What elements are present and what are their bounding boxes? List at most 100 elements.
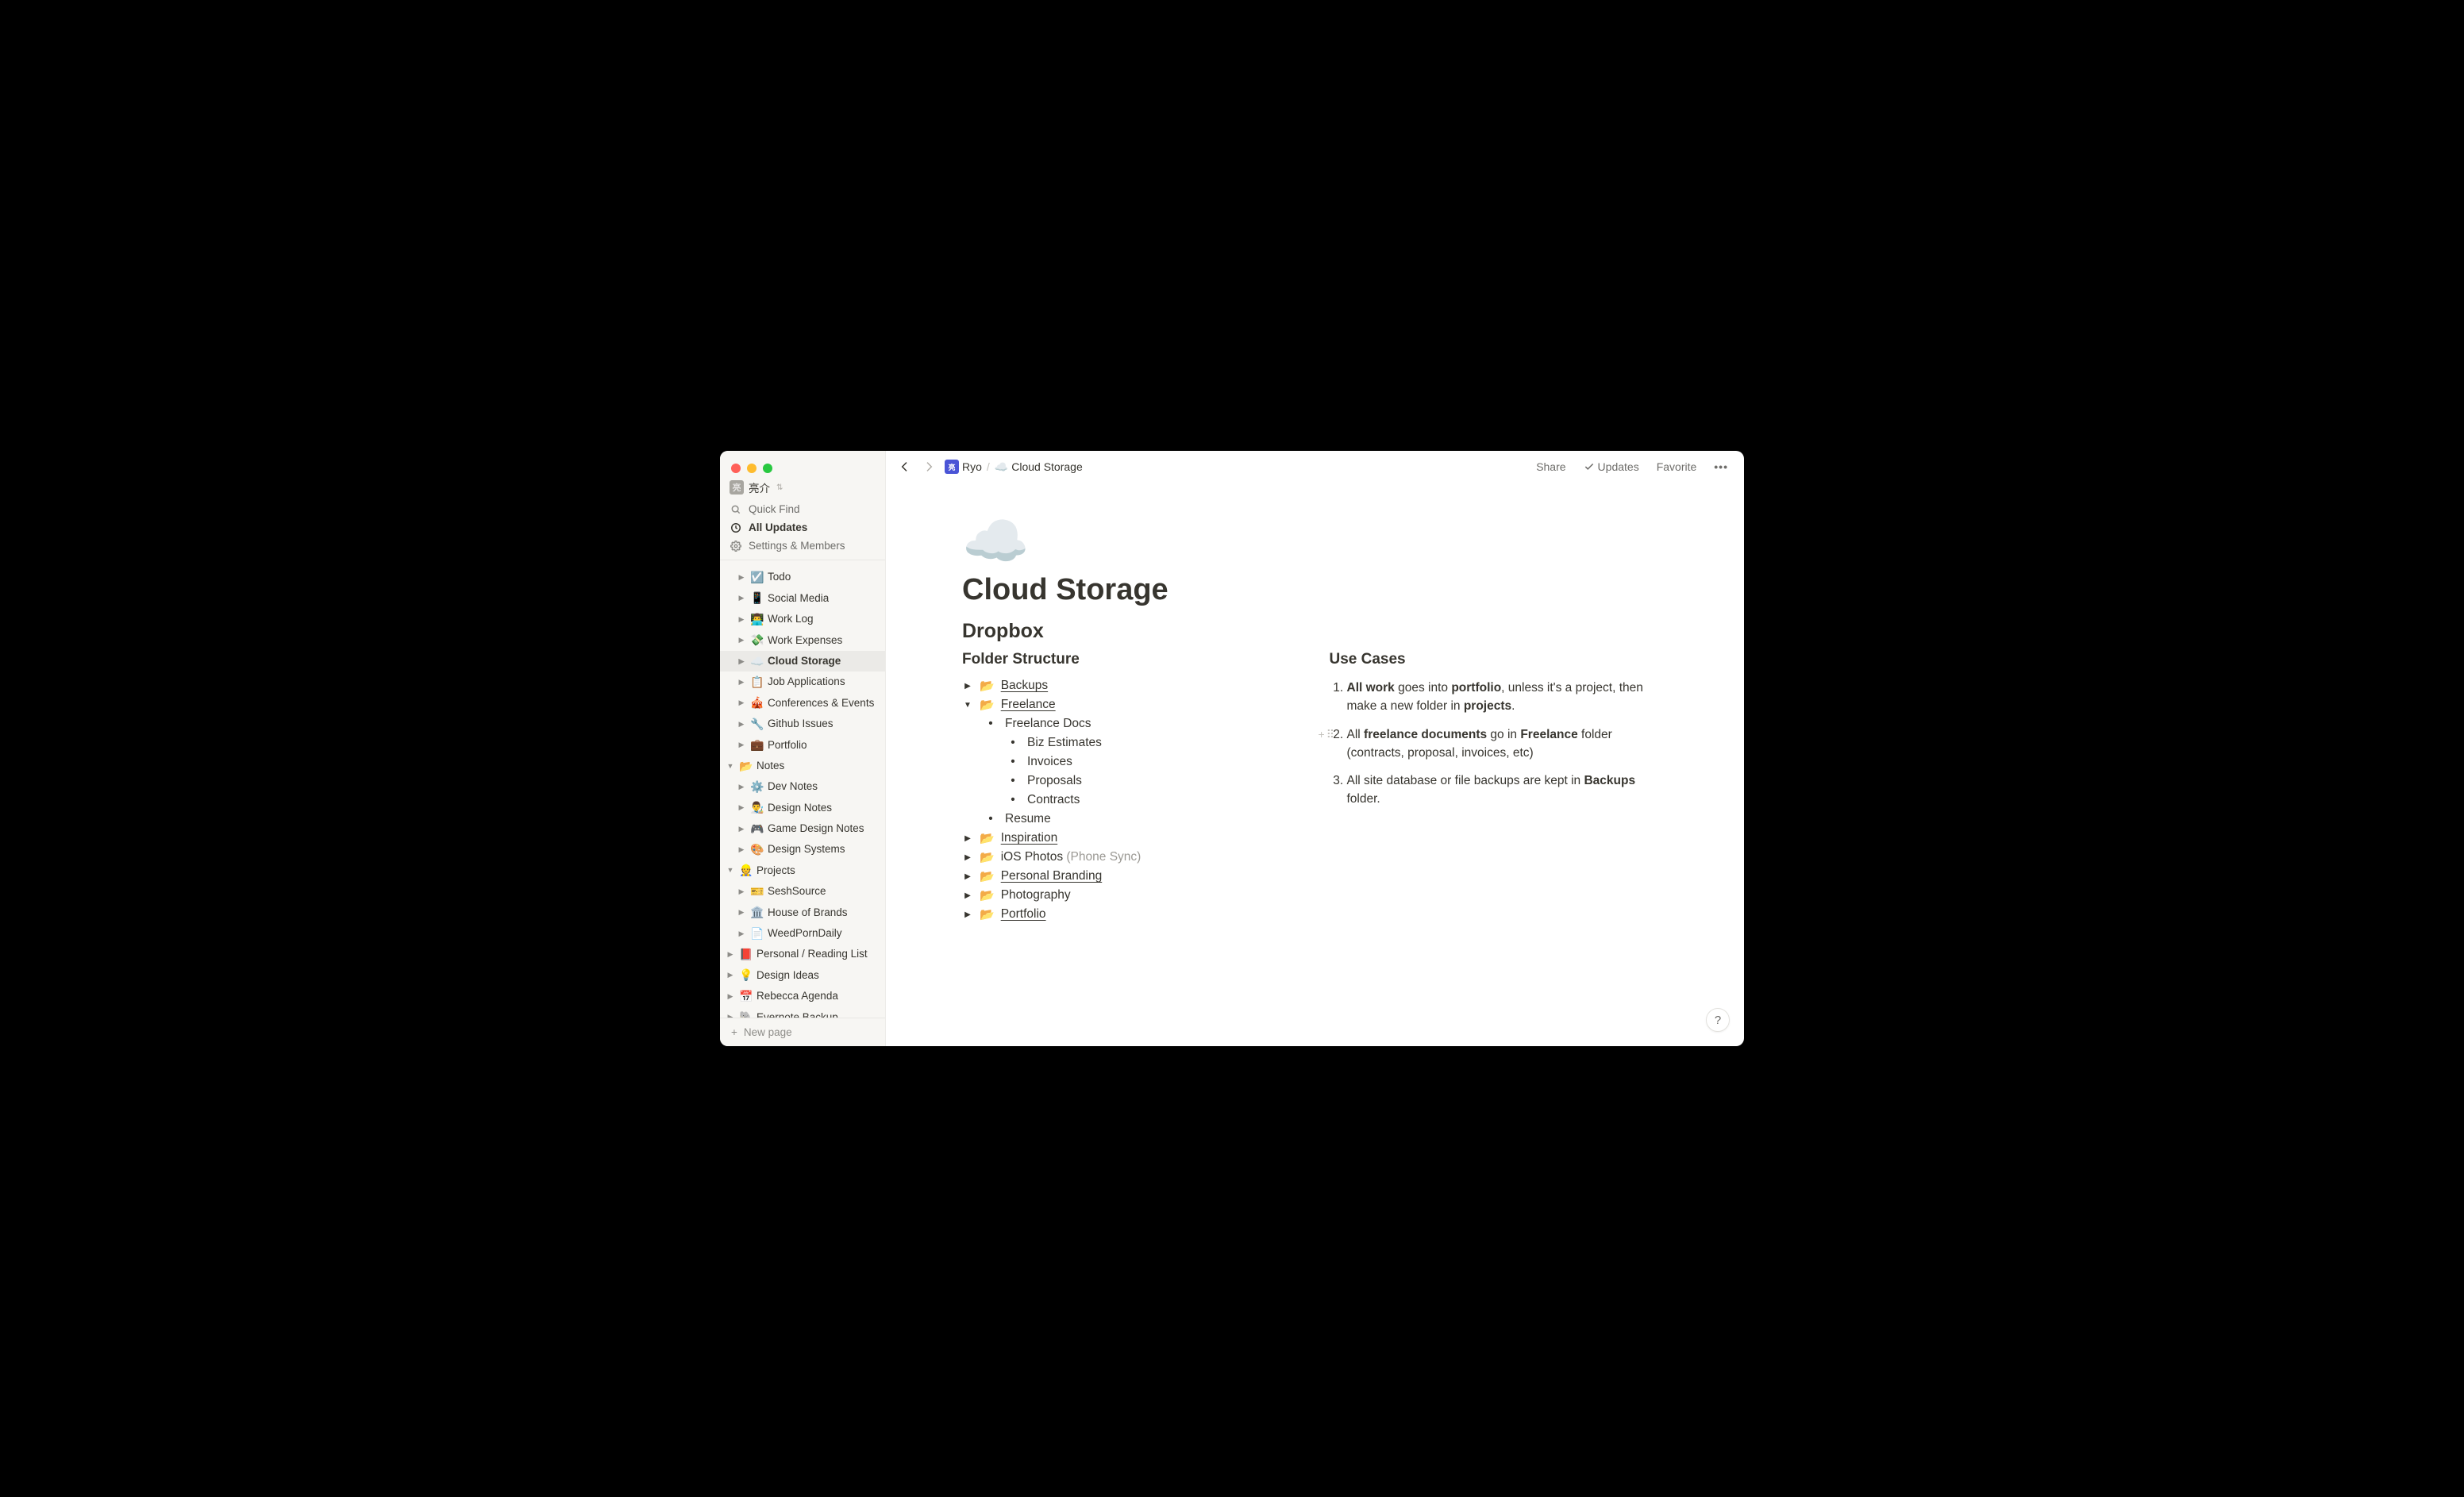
page-emoji[interactable]: ☁️ bbox=[962, 514, 1668, 568]
close-window-button[interactable] bbox=[731, 464, 741, 473]
chevron-icon[interactable]: ▼ bbox=[962, 701, 973, 710]
drag-handle[interactable]: ⠿ bbox=[1326, 726, 1334, 743]
sidebar-item-projects[interactable]: ▼👷Projects bbox=[720, 860, 885, 880]
new-page-button[interactable]: + New page bbox=[720, 1018, 885, 1046]
sidebar-item-notes[interactable]: ▼📂Notes bbox=[720, 756, 885, 776]
sidebar-item-todo[interactable]: ▶☑️Todo bbox=[720, 567, 885, 587]
quick-find[interactable]: Quick Find bbox=[720, 500, 885, 518]
sidebar-item-personal-reading-list[interactable]: ▶📕Personal / Reading List bbox=[720, 944, 885, 964]
chevron-icon[interactable]: ▶ bbox=[736, 823, 747, 834]
page-icon: 📕 bbox=[739, 945, 753, 963]
chevron-icon[interactable]: ▶ bbox=[736, 802, 747, 813]
use-case-item[interactable]: All site database or file backups are ke… bbox=[1347, 769, 1669, 816]
use-case-item[interactable]: All work goes into portfolio, unless it'… bbox=[1347, 676, 1669, 723]
chevron-icon[interactable]: ▶ bbox=[725, 991, 736, 1002]
folder-toggle[interactable]: ▶📂iOS Photos (Phone Sync) bbox=[962, 848, 1301, 867]
sidebar-item-github-issues[interactable]: ▶🔧Github Issues bbox=[720, 714, 885, 734]
chevron-icon[interactable]: ▶ bbox=[736, 614, 747, 625]
folder-toggle[interactable]: ▶📂Portfolio bbox=[962, 905, 1301, 924]
chevron-icon[interactable]: ▶ bbox=[736, 676, 747, 687]
chevron-icon[interactable]: ▼ bbox=[725, 760, 736, 772]
updates-button[interactable]: Updates bbox=[1579, 459, 1644, 475]
heading-folder-structure[interactable]: Folder Structure bbox=[962, 651, 1301, 668]
chevron-icon[interactable]: ▶ bbox=[736, 739, 747, 750]
chevron-icon[interactable]: ▶ bbox=[736, 656, 747, 667]
page-icon: 🏛️ bbox=[750, 903, 764, 921]
sidebar-item-game-design-notes[interactable]: ▶🎮Game Design Notes bbox=[720, 818, 885, 839]
favorite-button[interactable]: Favorite bbox=[1652, 459, 1702, 475]
sidebar-item-portfolio[interactable]: ▶💼Portfolio bbox=[720, 734, 885, 755]
columns: Folder Structure ▶📂Backups▼📂Freelance•Fr… bbox=[962, 651, 1668, 924]
bullet-item[interactable]: •Proposals bbox=[1007, 772, 1301, 791]
breadcrumb-page[interactable]: ☁️ Cloud Storage bbox=[995, 460, 1083, 474]
chevron-icon[interactable]: ▶ bbox=[725, 949, 736, 960]
use-case-item[interactable]: All freelance documents go in Freelance … bbox=[1347, 723, 1669, 770]
folder-toggle[interactable]: ▼📂Freelance bbox=[962, 695, 1301, 714]
sidebar-item-conferences-events[interactable]: ▶🎪Conferences & Events bbox=[720, 692, 885, 713]
sidebar-item-social-media[interactable]: ▶📱Social Media bbox=[720, 587, 885, 608]
sidebar-item-dev-notes[interactable]: ▶⚙️Dev Notes bbox=[720, 776, 885, 797]
column-folder-structure: Folder Structure ▶📂Backups▼📂Freelance•Fr… bbox=[962, 651, 1301, 924]
chevron-icon[interactable]: ▶ bbox=[736, 844, 747, 855]
sidebar-item-work-expenses[interactable]: ▶💸Work Expenses bbox=[720, 629, 885, 650]
chevron-icon[interactable]: ▶ bbox=[736, 634, 747, 645]
chevron-icon[interactable]: ▶ bbox=[736, 718, 747, 729]
folder-toggle[interactable]: ▶📂Backups bbox=[962, 676, 1301, 695]
folder-label: Backups bbox=[1001, 679, 1048, 693]
bullet-label: Contracts bbox=[1027, 793, 1080, 807]
chevron-icon[interactable]: ▶ bbox=[725, 970, 736, 981]
sidebar-item-house-of-brands[interactable]: ▶🏛️House of Brands bbox=[720, 902, 885, 922]
page-title[interactable]: Cloud Storage bbox=[962, 573, 1668, 607]
folder-icon: 📂 bbox=[980, 869, 995, 883]
folder-toggle[interactable]: ▶📂Photography bbox=[962, 886, 1301, 905]
sidebar-item-work-log[interactable]: ▶👨‍💻Work Log bbox=[720, 609, 885, 629]
chevron-icon[interactable]: ▶ bbox=[962, 891, 973, 900]
folder-toggle[interactable]: ▶📂Personal Branding bbox=[962, 867, 1301, 886]
sidebar-item-design-systems[interactable]: ▶🎨Design Systems bbox=[720, 839, 885, 860]
add-block-button[interactable]: + bbox=[1319, 726, 1325, 743]
more-menu-button[interactable]: ••• bbox=[1709, 459, 1733, 475]
bullet-label: Biz Estimates bbox=[1027, 736, 1102, 750]
chevron-icon[interactable]: ▶ bbox=[736, 698, 747, 709]
heading-use-cases[interactable]: Use Cases bbox=[1330, 651, 1669, 668]
maximize-window-button[interactable] bbox=[763, 464, 772, 473]
sidebar-item-cloud-storage[interactable]: ▶☁️Cloud Storage bbox=[720, 651, 885, 672]
sidebar-item-seshsource[interactable]: ▶🎫SeshSource bbox=[720, 881, 885, 902]
bullet-item[interactable]: •Contracts bbox=[1007, 791, 1301, 810]
chevron-icon[interactable]: ▶ bbox=[962, 853, 973, 862]
bullet-item[interactable]: •Freelance Docs bbox=[984, 714, 1301, 733]
chevron-icon[interactable]: ▶ bbox=[736, 886, 747, 897]
chevron-icon[interactable]: ▶ bbox=[962, 910, 973, 919]
chevron-icon[interactable]: ▶ bbox=[736, 906, 747, 918]
heading-dropbox[interactable]: Dropbox bbox=[962, 620, 1668, 643]
sidebar-item-design-ideas[interactable]: ▶💡Design Ideas bbox=[720, 964, 885, 985]
sidebar-item-design-notes[interactable]: ▶👨‍🎨Design Notes bbox=[720, 797, 885, 818]
chevron-icon[interactable]: ▶ bbox=[736, 571, 747, 583]
bullet-item[interactable]: •Biz Estimates bbox=[1007, 733, 1301, 752]
chevron-icon[interactable]: ▶ bbox=[962, 872, 973, 881]
chevron-icon[interactable]: ▼ bbox=[725, 865, 736, 876]
sidebar-item-rebecca-agenda[interactable]: ▶📅Rebecca Agenda bbox=[720, 986, 885, 1006]
chevron-icon[interactable]: ▶ bbox=[962, 834, 973, 843]
help-button[interactable]: ? bbox=[1706, 1008, 1730, 1032]
folder-toggle[interactable]: ▶📂Inspiration bbox=[962, 829, 1301, 848]
bullet-item[interactable]: •Resume bbox=[984, 810, 1301, 829]
bullet-item[interactable]: •Invoices bbox=[1007, 752, 1301, 772]
share-button[interactable]: Share bbox=[1531, 459, 1570, 475]
settings-members[interactable]: Settings & Members bbox=[720, 537, 885, 555]
all-updates[interactable]: All Updates bbox=[720, 518, 885, 537]
sidebar-item-weedporndaily[interactable]: ▶📄WeedPornDaily bbox=[720, 923, 885, 944]
sidebar-item-label: Notes bbox=[757, 757, 784, 775]
sidebar-item-job-applications[interactable]: ▶📋Job Applications bbox=[720, 672, 885, 692]
chevron-icon[interactable]: ▶ bbox=[736, 928, 747, 939]
chevron-icon[interactable]: ▶ bbox=[962, 682, 973, 691]
column-use-cases: Use Cases All work goes into portfolio, … bbox=[1330, 651, 1669, 924]
sidebar-item-evernote-backup[interactable]: ▶🐘Evernote Backup bbox=[720, 1006, 885, 1018]
chevron-icon[interactable]: ▶ bbox=[725, 1011, 736, 1018]
nav-forward-button[interactable] bbox=[921, 459, 937, 475]
nav-back-button[interactable] bbox=[897, 459, 913, 475]
minimize-window-button[interactable] bbox=[747, 464, 757, 473]
breadcrumb-root[interactable]: 亮 Ryo bbox=[945, 460, 982, 474]
chevron-icon[interactable]: ▶ bbox=[736, 781, 747, 792]
chevron-icon[interactable]: ▶ bbox=[736, 593, 747, 604]
